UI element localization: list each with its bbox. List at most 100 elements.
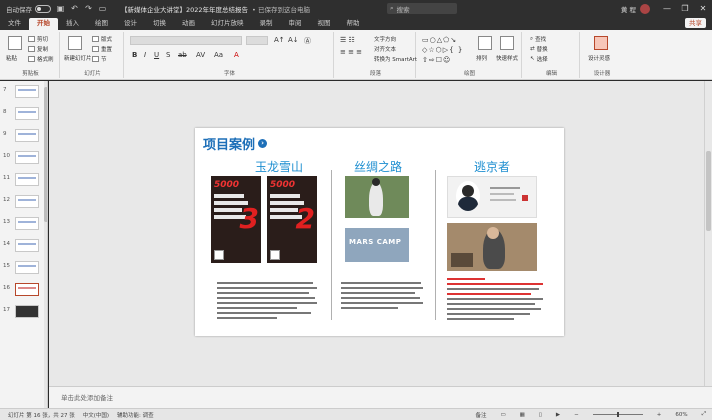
paste-icon[interactable] — [8, 36, 22, 50]
font-color-icon[interactable]: A — [234, 51, 239, 59]
spacing-icon[interactable]: AV — [196, 51, 205, 59]
tab-insert[interactable]: 插入 — [58, 18, 87, 30]
tab-transitions[interactable]: 切换 — [145, 18, 174, 30]
minimize-button[interactable]: — — [658, 4, 676, 13]
paste-button[interactable]: 粘贴 — [6, 54, 17, 62]
slide-thumbnail[interactable] — [15, 239, 39, 252]
underline-icon[interactable]: U — [154, 51, 159, 59]
slide-thumbnail[interactable] — [15, 151, 39, 164]
quick-styles-button[interactable]: 快速样式 — [496, 54, 518, 62]
slide-thumbnail[interactable] — [15, 129, 39, 142]
photo-mars-camp[interactable]: MARS CAMP — [345, 228, 409, 262]
photo-man-bicycle[interactable] — [345, 176, 409, 218]
autosave-toggle[interactable]: 自动保存 — [6, 4, 51, 14]
slide-thumbnail[interactable] — [15, 217, 39, 230]
new-slide-button[interactable]: 新建幻灯片 — [64, 54, 92, 62]
replace-button[interactable]: ⇄ 替换 — [530, 45, 548, 53]
font-family-select[interactable] — [130, 36, 242, 45]
save-icon[interactable]: ▣ — [56, 4, 65, 13]
select-button[interactable]: ↖ 选择 — [530, 55, 548, 63]
slide-thumbnail-selected[interactable] — [15, 283, 39, 296]
poster-image[interactable]: 5000 3 — [211, 176, 261, 263]
slide-title[interactable]: 项目案例 › — [203, 134, 268, 153]
new-slide-icon[interactable] — [68, 36, 82, 50]
text-block-yulong[interactable] — [217, 282, 317, 322]
zoom-slider[interactable] — [592, 412, 643, 417]
section-button[interactable]: 节 — [92, 55, 107, 63]
toggle-switch[interactable] — [35, 4, 51, 13]
canvas-scrollbar[interactable] — [704, 81, 712, 386]
notes-pane[interactable]: 单击此处添加备注 — [49, 386, 712, 408]
slide-thumbnail[interactable] — [15, 107, 39, 120]
cut-button[interactable]: 剪切 — [28, 35, 48, 43]
clear-format-icon[interactable]: Ⓐ — [304, 36, 311, 46]
fit-slide-icon[interactable]: ⤢ — [702, 411, 706, 418]
accessibility-status[interactable]: 辅助功能: 调查 — [117, 411, 154, 419]
present-icon[interactable]: ▭ — [98, 4, 107, 13]
language-indicator[interactable]: 中文(中国) — [83, 411, 109, 419]
align-icon[interactable]: ≡ ≡ ≡ — [340, 48, 362, 56]
text-block-escapee[interactable] — [447, 278, 543, 323]
tab-slideshow[interactable]: 幻灯片放映 — [203, 18, 252, 30]
strikethrough-icon[interactable]: ab — [178, 51, 187, 59]
tab-help[interactable]: 帮助 — [339, 18, 368, 30]
format-painter-button[interactable]: 格式刷 — [28, 55, 54, 63]
design-ideas-button[interactable]: 设计灵感 — [588, 54, 610, 62]
close-button[interactable]: ✕ — [694, 4, 712, 13]
font-size-select[interactable] — [246, 36, 268, 45]
grow-font-icon[interactable]: A↑ — [274, 36, 285, 44]
arrange-icon[interactable] — [478, 36, 492, 50]
slide-thumbnail[interactable] — [15, 195, 39, 208]
photo-person-room[interactable] — [447, 223, 537, 271]
notes-toggle-button[interactable]: 备注 — [475, 411, 486, 419]
shapes-icon[interactable]: ▭○△⬠↘ — [422, 36, 457, 44]
copy-button[interactable]: 复制 — [28, 45, 48, 53]
sorter-view-icon[interactable]: ▦ — [520, 412, 525, 418]
undo-icon[interactable]: ↶ — [70, 4, 79, 13]
shapes-row3-icon[interactable]: ⇧⇨☐☺ — [422, 56, 451, 64]
column-title-escapee[interactable]: 逃京者 — [457, 158, 527, 175]
shrink-font-icon[interactable]: A↓ — [288, 36, 299, 44]
restore-button[interactable]: ❐ — [676, 4, 694, 13]
avatar[interactable] — [640, 3, 650, 14]
slideshow-view-icon[interactable]: ▶ — [556, 412, 560, 418]
scrollbar-thumb[interactable] — [706, 151, 711, 231]
find-button[interactable]: ⌕ 查找 — [530, 35, 546, 44]
tab-review[interactable]: 审阅 — [281, 18, 310, 30]
zoom-out-icon[interactable]: − — [574, 412, 579, 418]
reading-view-icon[interactable]: ▯ — [539, 412, 542, 418]
column-title-yulong[interactable]: 玉龙雪山 — [237, 158, 321, 175]
slide-thumbnail[interactable] — [15, 261, 39, 274]
italic-icon[interactable]: I — [144, 51, 146, 59]
tab-record[interactable]: 录制 — [252, 18, 281, 30]
column-title-silk-road[interactable]: 丝绸之路 — [343, 158, 413, 175]
tab-view[interactable]: 视图 — [310, 18, 339, 30]
bold-icon[interactable]: B — [132, 51, 137, 59]
bullets-icon[interactable]: ☰ ☷ — [340, 36, 355, 44]
layout-button[interactable]: 版式 — [92, 35, 112, 43]
normal-view-icon[interactable]: ▭ — [500, 412, 505, 418]
tab-draw[interactable]: 绘图 — [87, 18, 116, 30]
smartart-button[interactable]: 转换为 SmartArt — [374, 55, 417, 63]
share-button[interactable]: 共享 — [685, 18, 706, 28]
search-box[interactable]: ⌕ 搜索 — [387, 3, 457, 14]
tab-design[interactable]: 设计 — [116, 18, 145, 30]
zoom-level[interactable]: 60% — [675, 412, 687, 418]
slide-thumbnail[interactable] — [15, 173, 39, 186]
tab-home[interactable]: 开始 — [29, 18, 58, 30]
reset-button[interactable]: 重置 — [92, 45, 112, 53]
current-slide[interactable]: 项目案例 › 玉龙雪山 丝绸之路 逃京者 5000 3 5000 2 MARS … — [195, 128, 564, 336]
profile-card[interactable] — [447, 176, 537, 218]
thumbnail-scrollbar[interactable] — [44, 81, 47, 408]
quick-styles-icon[interactable] — [500, 36, 514, 50]
tab-file[interactable]: 文件 — [0, 18, 29, 30]
notes-placeholder[interactable]: 单击此处添加备注 — [61, 392, 113, 402]
align-text-button[interactable]: 对齐文本 — [374, 45, 396, 53]
shadow-icon[interactable]: S — [166, 51, 170, 59]
slide-thumbnail[interactable] — [15, 85, 39, 98]
slide-thumbnail[interactable] — [15, 305, 39, 318]
zoom-in-icon[interactable]: + — [657, 412, 662, 418]
user-name[interactable]: 黄 程 — [621, 4, 636, 14]
text-block-silk-road[interactable] — [341, 282, 423, 312]
designer-icon[interactable] — [594, 36, 608, 50]
